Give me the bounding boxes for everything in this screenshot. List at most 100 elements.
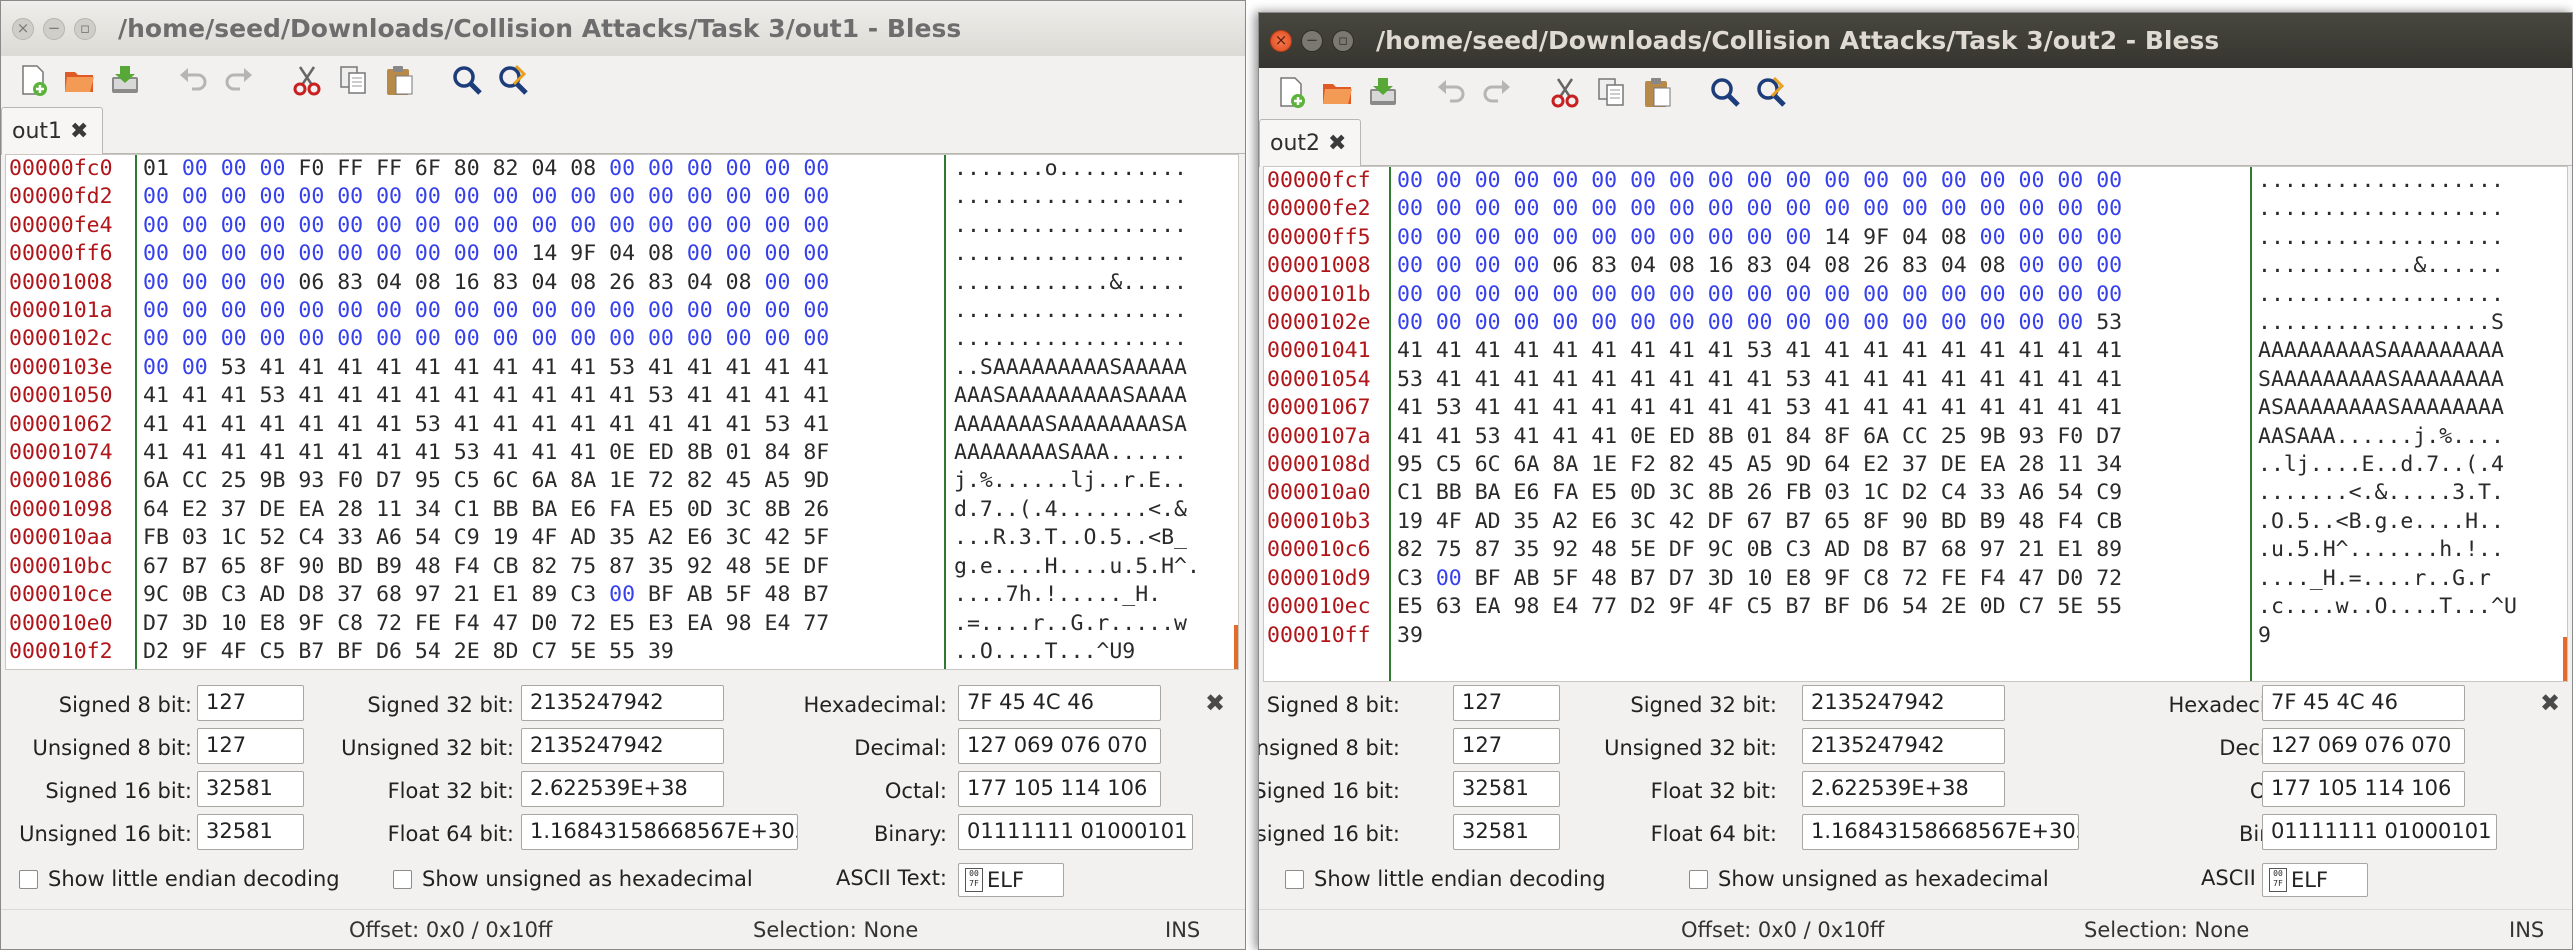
- ascii-row[interactable]: ..................: [954, 212, 1236, 240]
- hex-byte[interactable]: C1: [454, 497, 480, 522]
- hex-byte[interactable]: 00: [1669, 168, 1695, 193]
- hex-byte[interactable]: 00: [531, 213, 557, 238]
- hex-byte[interactable]: D0: [2057, 566, 2083, 591]
- hex-byte[interactable]: C3: [221, 582, 247, 607]
- unsigned-16bit-field[interactable]: 32581: [1453, 814, 1560, 850]
- hex-byte[interactable]: 41: [1475, 367, 1501, 392]
- hex-byte[interactable]: 00: [454, 213, 480, 238]
- hex-byte[interactable]: 00: [531, 184, 557, 209]
- hex-byte[interactable]: 41: [298, 355, 324, 380]
- hex-byte[interactable]: BF: [1824, 594, 1850, 619]
- hex-byte[interactable]: F2: [1630, 452, 1656, 477]
- hex-byte[interactable]: 00: [182, 298, 208, 323]
- hex-byte[interactable]: E6: [1591, 509, 1617, 534]
- hex-byte[interactable]: 00: [1630, 310, 1656, 335]
- hex-byte[interactable]: 41: [1397, 424, 1423, 449]
- hex-byte[interactable]: 10: [221, 611, 247, 636]
- hex-byte[interactable]: BA: [531, 497, 557, 522]
- hex-byte[interactable]: 6A: [1863, 424, 1889, 449]
- hex-byte[interactable]: 00: [1863, 310, 1889, 335]
- hex-byte[interactable]: 00: [648, 156, 674, 181]
- hex-byte[interactable]: 00: [1980, 310, 2006, 335]
- hex-byte[interactable]: 28: [2019, 452, 2045, 477]
- hex-byte[interactable]: 41: [1863, 395, 1889, 420]
- hex-byte[interactable]: 08: [1980, 253, 2006, 278]
- decimal-field[interactable]: 127 069 076 070: [2262, 728, 2465, 764]
- hex-byte[interactable]: CB: [493, 554, 519, 579]
- hex-byte[interactable]: 8B: [687, 440, 713, 465]
- hex-byte[interactable]: CC: [1902, 424, 1928, 449]
- hex-byte[interactable]: 00: [337, 241, 363, 266]
- hex-byte[interactable]: 04: [531, 156, 557, 181]
- hex-byte[interactable]: 11: [376, 497, 402, 522]
- hex-byte[interactable]: 00: [143, 241, 169, 266]
- hex-byte[interactable]: 00: [1708, 282, 1734, 307]
- unsigned-32bit-field[interactable]: 2135247942: [1802, 728, 2005, 764]
- hex-byte[interactable]: 00: [1397, 225, 1423, 250]
- ascii-row[interactable]: ..................: [954, 297, 1236, 325]
- hex-byte[interactable]: 83: [1902, 253, 1928, 278]
- hex-byte[interactable]: D0: [531, 611, 557, 636]
- hex-byte[interactable]: 0D: [1980, 594, 2006, 619]
- hex-byte[interactable]: 53: [1436, 395, 1462, 420]
- hex-byte[interactable]: 41: [609, 383, 635, 408]
- hex-byte[interactable]: 41: [803, 383, 829, 408]
- hex-byte[interactable]: 00: [182, 326, 208, 351]
- ascii-row[interactable]: ..................: [954, 325, 1236, 353]
- hex-byte[interactable]: 5E: [765, 554, 791, 579]
- hex-byte[interactable]: 6A: [1514, 452, 1540, 477]
- hex-byte[interactable]: BF: [1475, 566, 1501, 591]
- hex-byte[interactable]: E4: [1552, 594, 1578, 619]
- ascii-row[interactable]: ...................: [2258, 281, 2563, 309]
- hex-byte[interactable]: 00: [298, 298, 324, 323]
- hex-byte[interactable]: 41: [1708, 367, 1734, 392]
- hex-byte[interactable]: 14: [531, 241, 557, 266]
- minimize-window-button[interactable]: −: [1301, 29, 1323, 52]
- hex-byte[interactable]: C9: [454, 525, 480, 550]
- unsigned-16bit-field[interactable]: 32581: [197, 814, 304, 850]
- hex-byte[interactable]: 00: [221, 156, 247, 181]
- hex-byte[interactable]: 04: [1941, 253, 1967, 278]
- hex-row[interactable]: D2 9F 4F C5 B7 BF D6 54 2E 8D C7 5E 55 3…: [143, 638, 943, 666]
- hex-byte[interactable]: 00: [2019, 225, 2045, 250]
- hex-byte[interactable]: 8F: [803, 440, 829, 465]
- hex-byte[interactable]: 41: [570, 412, 596, 437]
- decimal-field[interactable]: 127 069 076 070: [958, 728, 1161, 764]
- hex-byte[interactable]: 00: [1824, 196, 1850, 221]
- hex-byte[interactable]: 41: [1397, 395, 1423, 420]
- hex-byte[interactable]: 00: [2057, 168, 2083, 193]
- hex-byte[interactable]: 00: [182, 156, 208, 181]
- hex-byte[interactable]: 08: [648, 241, 674, 266]
- hex-byte[interactable]: 00: [1941, 310, 1967, 335]
- hex-byte[interactable]: 00: [415, 184, 441, 209]
- hex-row[interactable]: 00 00 00 00 00 00 00 00 00 00 00 00 00 0…: [143, 183, 943, 211]
- copy-button[interactable]: [333, 60, 373, 100]
- hex-byte[interactable]: 34: [415, 497, 441, 522]
- hex-byte[interactable]: 00: [1747, 196, 1773, 221]
- hex-byte[interactable]: 41: [2057, 338, 2083, 363]
- hex-byte[interactable]: 00: [648, 326, 674, 351]
- hex-byte[interactable]: 41: [415, 383, 441, 408]
- hex-byte[interactable]: B7: [803, 582, 829, 607]
- hex-byte[interactable]: 00: [493, 241, 519, 266]
- hex-byte[interactable]: 53: [415, 412, 441, 437]
- hex-byte[interactable]: 95: [1397, 452, 1423, 477]
- hex-byte[interactable]: 5E: [1630, 537, 1656, 562]
- checkbox-box[interactable]: [393, 869, 412, 889]
- hex-byte[interactable]: 08: [570, 270, 596, 295]
- hex-byte[interactable]: 41: [454, 383, 480, 408]
- hex-byte[interactable]: 41: [1980, 395, 2006, 420]
- hex-byte[interactable]: 41: [531, 355, 557, 380]
- hex-byte[interactable]: DE: [1941, 452, 1967, 477]
- hex-byte[interactable]: 54: [2057, 480, 2083, 505]
- hex-byte[interactable]: 00: [1436, 196, 1462, 221]
- hex-byte[interactable]: FF: [376, 156, 402, 181]
- hex-byte[interactable]: B7: [1785, 594, 1811, 619]
- hex-byte[interactable]: B9: [376, 554, 402, 579]
- hex-byte[interactable]: 67: [1747, 509, 1773, 534]
- hex-byte[interactable]: 82: [531, 554, 557, 579]
- hex-byte[interactable]: 0E: [1630, 424, 1656, 449]
- hex-byte[interactable]: 00: [1552, 196, 1578, 221]
- hex-byte[interactable]: 4F: [1436, 509, 1462, 534]
- undo-button[interactable]: [173, 60, 213, 100]
